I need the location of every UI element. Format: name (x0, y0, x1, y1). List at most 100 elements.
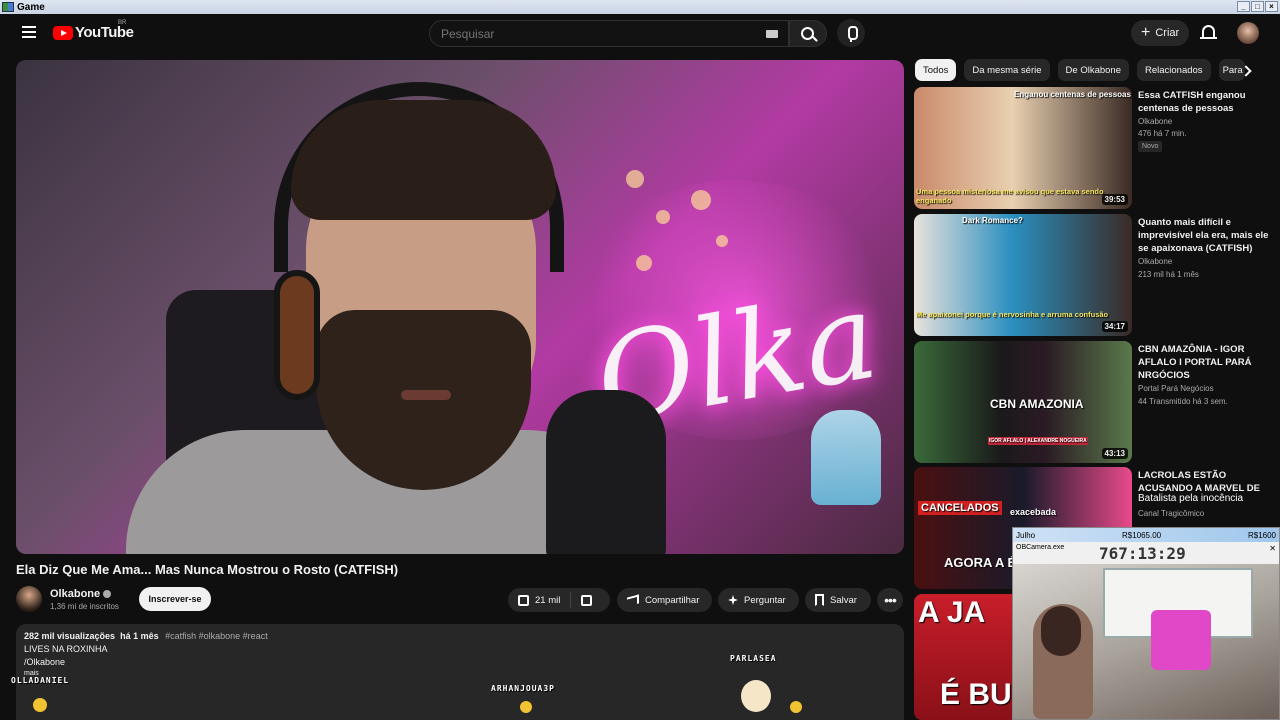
youtube-logo[interactable]: YouTube BR (53, 20, 134, 41)
recommendation-item[interactable]: CBN AMAZONIA IGOR AFLALO | ALEXANDRE NOG… (914, 341, 1280, 463)
minimize-button[interactable]: _ (1237, 1, 1250, 12)
thumb-down-icon[interactable] (581, 594, 593, 606)
overlay-name: Julho (1016, 530, 1036, 540)
thumbnail-caption: exacebada (1010, 507, 1057, 517)
video-duration: 34:17 (1101, 321, 1128, 332)
close-icon[interactable]: ✕ (1269, 544, 1276, 553)
channel-avatar[interactable] (16, 586, 42, 612)
description-line: LIVES NA ROXINHA (24, 644, 108, 654)
divider (570, 592, 572, 608)
stream-timer: 767:13:29 (1099, 544, 1186, 563)
bokeh-light (656, 210, 670, 224)
recommendation-meta: 476 há 7 min. (1138, 129, 1187, 138)
recommendation-title[interactable]: Quanto mais difícil e imprevisível ela e… (1138, 216, 1278, 255)
thumbnail-caption: CANCELADOS (918, 501, 1002, 515)
bokeh-light (691, 190, 711, 210)
overlay-value: R$1600 (1247, 530, 1276, 540)
maximize-button[interactable]: □ (1251, 1, 1264, 12)
youtube-header: YouTube BR + Criar (0, 14, 1280, 54)
recommendation-channel[interactable]: Canal Tragicômico (1138, 509, 1204, 518)
account-avatar[interactable] (1237, 22, 1259, 44)
channel-name[interactable]: Olkabone (50, 588, 112, 600)
video-thumbnail[interactable]: Enganou centenas de pessoas Uma pessoa m… (914, 87, 1132, 209)
save-label: Salvar (830, 594, 857, 606)
headphone-cup (274, 270, 320, 400)
subscriber-count: 1,36 mi de inscritos (50, 602, 119, 611)
menu-icon[interactable] (22, 26, 36, 38)
camera-app-name: OBCamera.exe (1016, 544, 1065, 551)
video-duration: 39:53 (1101, 194, 1128, 205)
video-thumbnail[interactable]: Dark Romance? Me apaixonei porque é nerv… (914, 214, 1132, 336)
bookmark-icon (815, 594, 824, 606)
new-badge: Novo (1138, 141, 1163, 152)
upload-age: há 1 mês (120, 631, 159, 641)
camera-window-bar: OBCamera.exe 767:13:29 ✕ (1013, 542, 1279, 564)
share-label: Compartilhar (645, 594, 700, 606)
window-controls: _ □ × (1237, 1, 1278, 12)
view-count: 282 mil visualizações (24, 631, 116, 641)
desk-lamp (811, 410, 881, 505)
chip-same-series[interactable]: Da mesma série (964, 59, 1050, 81)
chick-icon (33, 698, 47, 712)
subscribe-button[interactable]: Inscrever-se (139, 587, 211, 611)
recommendation-title[interactable]: CBN AMAZÔNIA - IGOR AFLALO I PORTAL PARÁ… (1138, 343, 1278, 382)
recommendation-title[interactable]: Essa CATFISH enganou centenas de pessoas (1138, 89, 1278, 115)
search-button[interactable] (789, 20, 827, 47)
ask-label: Perguntar (744, 594, 786, 606)
create-button[interactable]: + Criar (1131, 20, 1189, 46)
share-button[interactable]: Compartilhar (617, 588, 712, 612)
recommendation-channel[interactable]: Portal Pará Negócios (1138, 384, 1214, 393)
verified-icon (103, 590, 112, 599)
description-box[interactable]: 282 mil visualizações há 1 mês #catfish … (16, 624, 904, 720)
close-button[interactable]: × (1265, 1, 1278, 12)
video-thumbnail[interactable]: CBN AMAZONIA IGOR AFLALO | ALEXANDRE NOG… (914, 341, 1132, 463)
recommendation-channel[interactable]: Olkabone (1138, 257, 1172, 266)
thumbnail-caption: Dark Romance? (962, 216, 1023, 225)
more-actions-button[interactable]: ••• (877, 588, 903, 612)
overlay-value: R$1065.00 (1121, 530, 1162, 540)
search-input[interactable] (430, 21, 750, 46)
chip-related[interactable]: Relacionados (1136, 59, 1211, 81)
recommendation-meta: 213 mil há 1 mês (1138, 270, 1199, 279)
channel-name-text: Olkabone (50, 588, 101, 600)
description-line: /Olkabone (24, 657, 66, 667)
bokeh-light (716, 235, 728, 247)
microphone (546, 390, 666, 554)
thumbnail-caption: Uma pessoa misteriosa me avisou que esta… (916, 187, 1104, 205)
like-dislike-group: 21 mil (508, 588, 610, 612)
thumbnail-caption: É BU (940, 678, 1012, 711)
related-filter-chips: Todos Da mesma série De Olkabone Relacio… (915, 59, 1245, 81)
keyboard-icon[interactable] (766, 30, 778, 38)
chip-all[interactable]: Todos (915, 59, 957, 81)
video-player[interactable]: Olka (16, 60, 904, 554)
ask-button[interactable]: Perguntar (718, 588, 799, 612)
person-hair (1041, 606, 1081, 656)
chevron-right-icon[interactable] (1236, 62, 1258, 80)
bokeh-light (636, 255, 652, 271)
recommendation-title[interactable]: LACROLAS ESTÃO ACUSANDO A MARVEL DE (1138, 469, 1278, 495)
bokeh-light (626, 170, 644, 188)
recommendation-meta: 44 Transmitido há 3 sem. (1138, 397, 1228, 406)
bell-icon[interactable] (1200, 25, 1217, 39)
recommendation-item[interactable]: Enganou centenas de pessoas Uma pessoa m… (914, 87, 1280, 209)
video-duration: 43:13 (1101, 448, 1128, 459)
recommendation-channel[interactable]: Olkabone (1138, 117, 1172, 126)
thumbnail-caption: IGOR AFLALO | ALEXANDRE NOGUEIRA (988, 437, 1088, 445)
like-count[interactable]: 21 mil (535, 595, 560, 606)
hashtags[interactable]: #catfish #olkabone #react (165, 631, 268, 641)
voice-search-button[interactable] (837, 19, 865, 47)
window-title: Game (17, 1, 45, 13)
view-info: 282 mil visualizações há 1 mês #catfish … (24, 631, 268, 641)
save-button[interactable]: Salvar (805, 588, 871, 612)
person-hair (291, 100, 556, 220)
thumb-up-icon[interactable] (518, 594, 529, 606)
thumbnail-caption: Enganou centenas de pessoas (1014, 90, 1131, 99)
chip-from-channel[interactable]: De Olkabone (1057, 59, 1129, 81)
thumbnail-caption: CBN AMAZONIA (990, 397, 1084, 411)
thumbnail-caption: A JA (918, 596, 986, 629)
video-title: Ela Diz Que Me Ama... Mas Nunca Mostrou … (16, 562, 399, 577)
chicken-icon (741, 680, 771, 712)
overlay-username: PARLASEA (730, 654, 777, 663)
recommendation-item[interactable]: Dark Romance? Me apaixonei porque é nerv… (914, 214, 1280, 336)
stream-overlay-text: Batalista pela inocência (1138, 493, 1244, 504)
